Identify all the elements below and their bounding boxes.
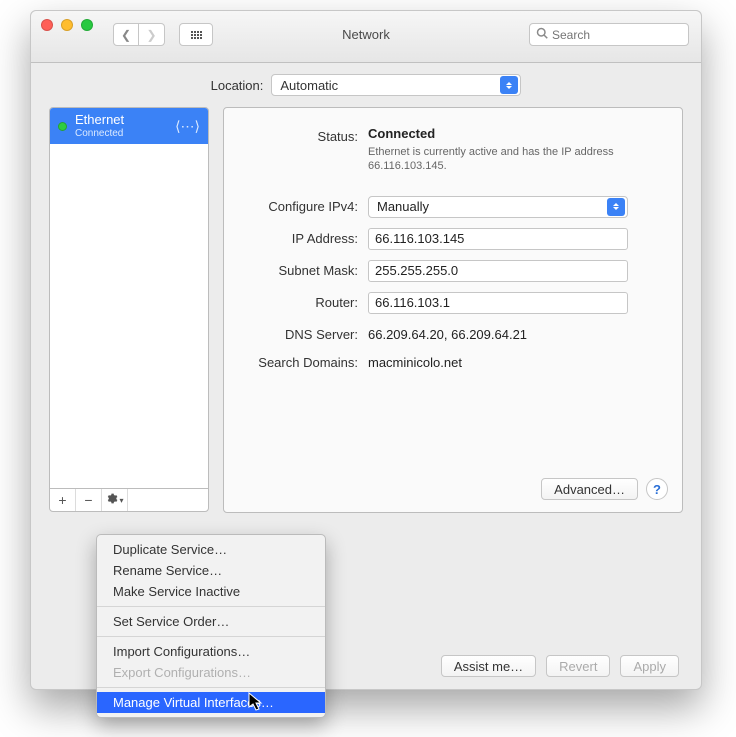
service-item-ethernet[interactable]: Ethernet Connected ⟨⋯⟩ [50,108,208,144]
location-label: Location: [211,78,264,93]
router-field[interactable]: 66.116.103.1 [368,292,628,314]
mask-label: Subnet Mask: [228,260,358,278]
router-label: Router: [228,292,358,310]
dns-label: DNS Server: [228,324,358,342]
status-value: Connected [368,126,435,141]
search-domains-value: macminicolo.net [368,355,462,370]
menu-make-inactive[interactable]: Make Service Inactive [97,581,325,602]
menu-separator [97,687,325,688]
status-description: Ethernet is currently active and has the… [368,145,628,174]
remove-service-button[interactable]: − [76,489,102,511]
mask-value: 255.255.255.0 [375,263,458,278]
updown-icon [500,76,518,94]
menu-manage-virtual-interfaces[interactable]: Manage Virtual Interfaces… [97,692,325,713]
ethernet-icon: ⟨⋯⟩ [175,118,200,135]
location-value: Automatic [280,78,338,93]
search-icon [536,27,548,42]
menu-export-config: Export Configurations… [97,662,325,683]
apply-label: Apply [633,659,666,674]
service-name-text: Ethernet [75,112,124,127]
menu-set-service-order[interactable]: Set Service Order… [97,611,325,632]
location-select[interactable]: Automatic [271,74,521,96]
dns-value: 66.209.64.20, 66.209.64.21 [368,327,527,342]
ip-address-field[interactable]: 66.116.103.145 [368,228,628,250]
status-dot-icon [58,122,67,131]
search-domains-label: Search Domains: [228,352,358,370]
menu-separator [97,636,325,637]
revert-label: Revert [559,659,597,674]
gear-icon [105,492,118,508]
service-list-footer: + − ▾ [49,488,209,512]
service-name: Ethernet Connected [75,113,167,138]
service-list[interactable]: Ethernet Connected ⟨⋯⟩ + − ▾ [49,107,209,489]
detail-panel: Status: Connected Ethernet is currently … [223,107,683,513]
configure-value: Manually [377,199,429,214]
service-actions-menu: Duplicate Service… Rename Service… Make … [96,534,326,718]
search-field[interactable] [529,23,689,46]
advanced-label: Advanced… [554,482,625,497]
revert-button[interactable]: Revert [546,655,610,677]
service-actions-button[interactable]: ▾ [102,489,128,511]
updown-icon [607,198,625,216]
help-button[interactable]: ? [646,478,668,500]
content-area: Ethernet Connected ⟨⋯⟩ + − ▾ Status: [49,107,683,601]
menu-duplicate-service[interactable]: Duplicate Service… [97,539,325,560]
assist-me-button[interactable]: Assist me… [441,655,536,677]
plus-icon: + [58,492,66,508]
ip-label: IP Address: [228,228,358,246]
titlebar: ❮ ❯ Network [31,11,701,63]
status-label: Status: [228,126,358,144]
cursor-icon [248,692,264,717]
subnet-mask-field[interactable]: 255.255.255.0 [368,260,628,282]
location-row: Location: Automatic [31,63,701,107]
menu-separator [97,606,325,607]
router-value: 66.116.103.1 [375,295,450,310]
help-icon: ? [653,482,661,497]
configure-label: Configure IPv4: [228,196,358,214]
service-status-text: Connected [75,128,167,139]
menu-import-config[interactable]: Import Configurations… [97,641,325,662]
minus-icon: − [84,492,92,508]
configure-ipv4-select[interactable]: Manually [368,196,628,218]
advanced-button[interactable]: Advanced… [541,478,638,500]
menu-rename-service[interactable]: Rename Service… [97,560,325,581]
ip-value: 66.116.103.145 [375,231,464,246]
add-service-button[interactable]: + [50,489,76,511]
assist-label: Assist me… [454,659,523,674]
chevron-down-icon: ▾ [119,496,123,505]
search-input[interactable] [552,28,682,42]
apply-button[interactable]: Apply [620,655,679,677]
